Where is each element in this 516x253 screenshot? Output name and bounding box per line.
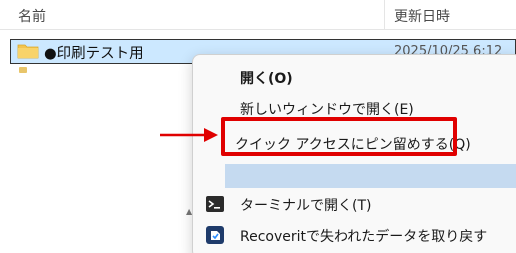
arrow-right-icon	[160, 128, 218, 142]
column-header: 名前 更新日時	[0, 0, 516, 30]
recoverit-icon	[206, 226, 224, 244]
menu-item-open[interactable]: 開く(O)	[193, 63, 516, 91]
menu-item-label: Recoveritで失われたデータを取り戻す	[240, 229, 488, 245]
date-column-header[interactable]: 更新日時	[394, 6, 450, 26]
highlight-box	[221, 117, 457, 156]
name-column-header[interactable]: 名前	[18, 6, 46, 26]
menu-item-recoverit[interactable]: Recoveritで失われたデータを取り戻す	[193, 221, 516, 249]
menu-item-label: ターミナルで開く(T)	[240, 198, 372, 214]
menu-item-label: 新しいウィンドウで開く(E)	[240, 102, 414, 118]
file-name: ●印刷テスト用	[44, 46, 144, 62]
terminal-icon	[206, 196, 224, 212]
folder-icon	[17, 44, 39, 59]
menu-item-label: 開く(O)	[240, 71, 293, 87]
folder-icon-partial	[19, 67, 27, 73]
menu-item-hovered[interactable]	[225, 164, 516, 188]
menu-item-open-terminal[interactable]: ターミナルで開く(T)	[193, 190, 516, 218]
column-separator[interactable]	[384, 0, 385, 30]
